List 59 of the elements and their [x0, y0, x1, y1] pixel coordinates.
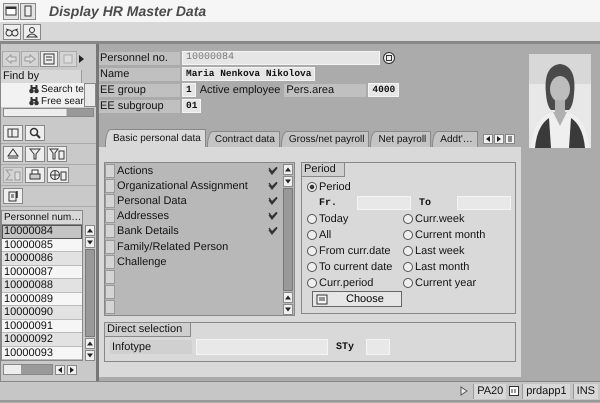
personnel-number-row[interactable]: 10000091 — [2, 320, 82, 333]
tree-item[interactable]: Free sear — [29, 95, 84, 107]
column-header[interactable]: Personnel num… — [2, 211, 82, 225]
tree-item[interactable]: Search te — [29, 83, 84, 95]
ee-subgroup-field[interactable]: 01 — [182, 99, 202, 113]
field-label: Name — [99, 68, 180, 80]
pers-area-field[interactable]: 4000 — [368, 83, 400, 97]
group-title: Direct selection — [105, 323, 192, 337]
field-label: Personnel no. — [99, 52, 180, 64]
infotype-item[interactable]: Bank Details — [115, 225, 268, 238]
radio-label[interactable]: Period — [319, 181, 351, 193]
personnel-number-row[interactable]: 10000088 — [2, 279, 82, 292]
infotype-item[interactable]: Organizational Assignment — [115, 180, 268, 192]
field-label: EE group — [99, 84, 180, 96]
radio-label[interactable]: To current date — [319, 261, 392, 273]
insert-mode: INS — [572, 384, 598, 398]
personnel-number-row[interactable]: 10000086 — [2, 252, 82, 266]
tab[interactable]: Net payroll — [370, 131, 432, 147]
personnel-number-row[interactable]: 10000093 — [2, 346, 82, 360]
personnel-number-row[interactable]: 10000090 — [2, 306, 82, 320]
field-label: STy — [336, 342, 356, 352]
personnel-number-row[interactable]: 10000087 — [2, 266, 82, 279]
personnel-number-row[interactable]: 10000092 — [2, 333, 82, 346]
ee-group-field[interactable]: 1 — [182, 83, 196, 97]
personnel-number-row[interactable]: 10000085 — [2, 238, 82, 252]
infotype-item[interactable]: Personal Data — [115, 194, 268, 207]
radio-label[interactable]: Last week — [415, 245, 465, 257]
radio-label[interactable]: Current month — [415, 229, 486, 241]
server-name: prdapp1 — [522, 384, 570, 398]
radio-label[interactable]: Last month — [415, 261, 470, 273]
tab[interactable]: Gross/net payroll — [280, 131, 370, 147]
radio-label[interactable]: Current year — [415, 277, 476, 289]
infotype-item[interactable]: Actions — [115, 164, 268, 177]
choose-button[interactable]: Choose — [312, 291, 402, 307]
radio-label[interactable]: Curr.week — [415, 213, 465, 225]
tab[interactable]: Basic personal data — [105, 129, 206, 147]
personnel-number-row[interactable]: 10000089 — [2, 292, 82, 306]
field-label: EE subgroup — [99, 100, 180, 112]
infotype-item[interactable]: Challenge — [115, 256, 281, 268]
personnel-number-row[interactable]: 10000084 — [2, 225, 82, 238]
ee-group-text: Active employee — [198, 84, 282, 96]
window-title: Display HR Master Data — [49, 3, 206, 19]
find-by-header: Find by — [1, 70, 82, 83]
infotype-item[interactable]: Addresses — [115, 210, 268, 222]
radio-label[interactable]: Curr.period — [319, 277, 374, 289]
radio-label[interactable]: Today — [319, 213, 348, 225]
field-label: Fr. — [319, 198, 338, 208]
group-title: Period — [302, 163, 345, 177]
personnel-number-field[interactable]: 10000084 — [182, 51, 380, 65]
name-field[interactable]: Maria Nenkova Nikolova — [182, 67, 316, 81]
transaction-code: PA20 — [473, 384, 506, 398]
field-label: Pers.area — [284, 84, 366, 96]
tab[interactable]: Contract data — [206, 131, 280, 147]
field-label: To — [419, 198, 432, 208]
tab[interactable]: Addt'… — [432, 131, 478, 147]
radio-label[interactable]: From curr.date — [319, 245, 391, 257]
infotype-item[interactable]: Family/Related Person — [115, 240, 281, 253]
field-label: Infotype — [110, 340, 192, 354]
radio-label[interactable]: All — [319, 229, 332, 241]
